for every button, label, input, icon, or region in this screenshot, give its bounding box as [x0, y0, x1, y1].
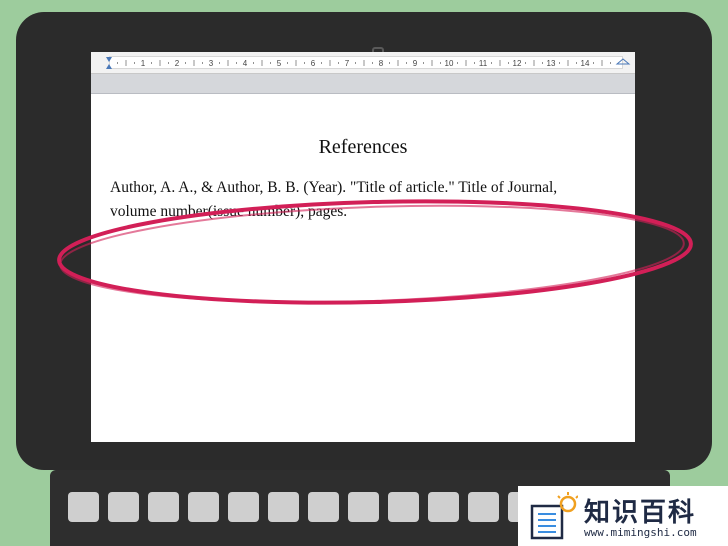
watermark-url: www.mimingshi.com [584, 526, 697, 539]
ruler-number: 5 [277, 59, 282, 68]
references-heading: References [318, 136, 408, 158]
ruler-number: 9 [413, 59, 418, 68]
keyboard-key [308, 492, 339, 522]
ruler-ticks: 1 2 3 4 5 6 7 8 9 10 11 12 13 14 [106, 57, 631, 69]
ruler-number: 10 [445, 59, 454, 68]
ruler-number: 2 [175, 59, 180, 68]
keyboard-key [428, 492, 459, 522]
ruler-number: 13 [547, 59, 556, 68]
keyboard-key [468, 492, 499, 522]
citation-line-1: Author, A. A., & Author, B. B. (Year). "… [110, 179, 558, 196]
ruler-number: 14 [581, 59, 590, 68]
keyboard-key [388, 492, 419, 522]
keyboard-key [68, 492, 99, 522]
indent-marker-icon [106, 57, 112, 69]
ruler[interactable]: 1 2 3 4 5 6 7 8 9 10 11 12 13 14 [91, 52, 635, 74]
keyboard-key [228, 492, 259, 522]
ruler-number: 4 [243, 59, 248, 68]
ruler-number: 6 [311, 59, 316, 68]
watermark-title: 知识百科 [584, 498, 697, 528]
keyboard-key [148, 492, 179, 522]
keyboard-key [108, 492, 139, 522]
ruler-number: 7 [345, 59, 350, 68]
book-lightbulb-icon [530, 492, 578, 540]
watermark: 知识百科 www.mimingshi.com [518, 486, 728, 546]
ruler-number: 3 [209, 59, 214, 68]
right-indent-marker-icon [615, 58, 631, 65]
document-window: 1 2 3 4 5 6 7 8 9 10 11 12 13 14 References Author, A… [91, 52, 635, 442]
keyboard-key [188, 492, 219, 522]
citation-line-2: volume number(issue number), pages. [110, 203, 348, 220]
toolbar-strip [91, 74, 635, 94]
keyboard-key [268, 492, 299, 522]
ruler-number: 8 [379, 59, 384, 68]
keyboard-key [348, 492, 379, 522]
ruler-number: 1 [141, 59, 146, 68]
ruler-number: 11 [479, 59, 488, 68]
ruler-number: 12 [513, 59, 522, 68]
